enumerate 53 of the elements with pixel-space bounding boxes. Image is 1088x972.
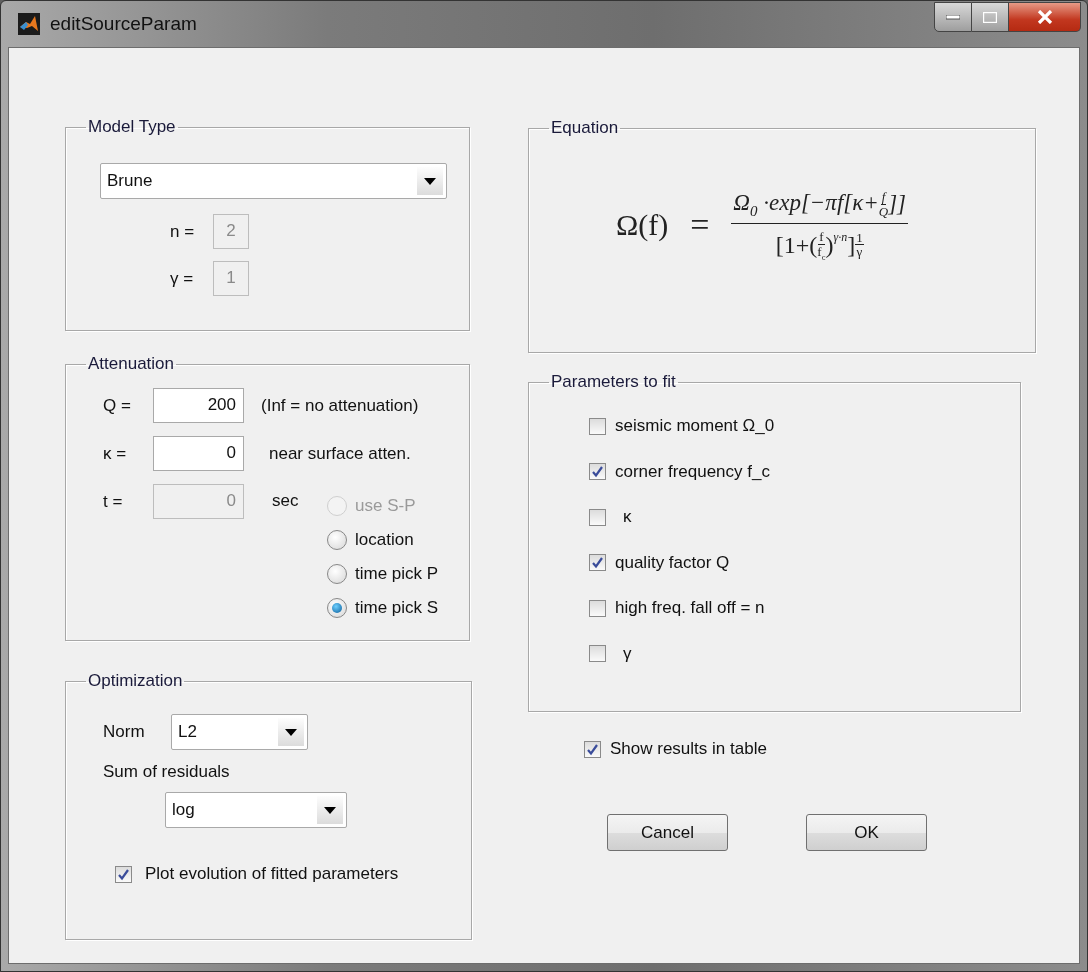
field-label: κ = [103, 443, 128, 464]
model-dropdown[interactable]: Brune [100, 163, 447, 199]
field-label: Sum of residuals [103, 762, 230, 782]
minimize-button[interactable] [934, 2, 972, 32]
field-label: Norm [103, 722, 146, 742]
hint-text: near surface atten. [269, 443, 411, 464]
radio-button[interactable] [327, 564, 347, 584]
unit-label: sec [272, 491, 299, 511]
group-title: Optimization [87, 671, 184, 691]
radio-label: location [355, 530, 414, 550]
checkbox-label: quality factor Q [615, 552, 730, 573]
checkbox[interactable] [589, 645, 606, 662]
close-icon [1035, 10, 1054, 24]
checkbox-label: corner frequency f_c [615, 461, 770, 482]
ok-button[interactable]: OK [806, 814, 927, 851]
group-title: Attenuation [87, 354, 175, 374]
maximize-button[interactable] [972, 2, 1009, 32]
hint-text: (Inf = no attenuation) [261, 395, 419, 416]
window-title: editSourceParam [50, 13, 198, 35]
minimize-icon [946, 14, 960, 20]
radio-button[interactable] [327, 530, 347, 550]
checkbox[interactable] [115, 865, 132, 883]
checkbox-label: κ [623, 507, 632, 527]
field-label: n = [170, 221, 196, 242]
close-button[interactable] [1009, 2, 1081, 32]
input-field[interactable]: 0 [153, 436, 244, 471]
checkbox[interactable] [589, 463, 606, 480]
input-field[interactable]: 200 [153, 388, 244, 423]
residuals-dropdown[interactable]: log [165, 792, 347, 828]
radio-label: time pick P [355, 564, 439, 584]
checkbox-label: seismic moment Ω_0 [615, 416, 775, 436]
checkbox-label: Plot evolution of fitted parameters [145, 864, 399, 884]
checkbox[interactable] [584, 740, 601, 758]
cancel-button[interactable]: Cancel [607, 814, 728, 851]
field-label: γ = [170, 268, 195, 289]
checkbox[interactable] [589, 554, 606, 571]
checkbox[interactable] [589, 417, 606, 435]
field-label: Q = [103, 395, 132, 416]
maximize-icon [983, 11, 997, 23]
checkbox-label: Show results in table [610, 739, 767, 759]
radio-label: time pick S [355, 598, 439, 618]
checkbox[interactable] [589, 599, 606, 617]
radio-label: use S-P [355, 496, 416, 516]
app-logo-icon [18, 13, 40, 35]
field-label: t = [103, 492, 124, 512]
group-title: Parameters to fit [550, 372, 677, 392]
checkbox-label: γ [623, 643, 632, 664]
group-title: Equation [550, 118, 620, 138]
checkbox[interactable] [589, 508, 606, 526]
radio-button[interactable] [327, 598, 347, 618]
norm-dropdown[interactable]: L2 [171, 714, 308, 750]
checkbox-label: high freq. fall off = n [615, 598, 765, 618]
group-title: Model Type [87, 117, 177, 137]
